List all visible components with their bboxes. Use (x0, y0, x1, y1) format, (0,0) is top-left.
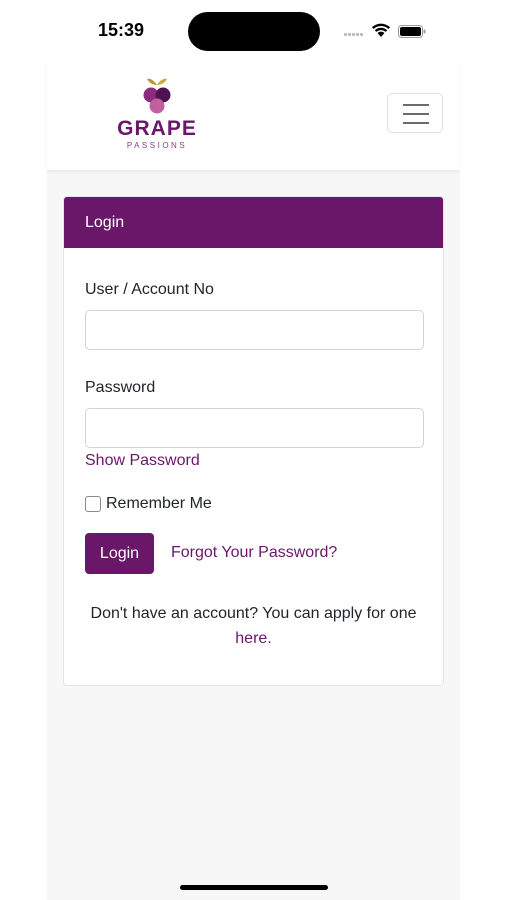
remember-me-label: Remember Me (106, 495, 212, 512)
apply-account-text: Don't have an account? You can apply for… (64, 601, 443, 651)
brand-logo[interactable]: GRAPE PASSIONS (102, 75, 212, 155)
forgot-password-link[interactable]: Forgot Your Password? (171, 544, 337, 562)
password-label: Password (85, 379, 156, 396)
password-input[interactable] (85, 408, 424, 448)
hamburger-menu-icon (403, 104, 429, 106)
user-account-input[interactable] (85, 310, 424, 350)
hamburger-bar (403, 122, 429, 124)
battery-icon (398, 25, 426, 38)
login-card: Login User / Account No Password Show Pa… (63, 196, 444, 686)
navbar: GRAPE PASSIONS (47, 60, 460, 170)
brand-name: GRAPE (117, 117, 197, 140)
home-indicator[interactable] (180, 885, 328, 890)
apply-here-link[interactable]: here. (235, 630, 271, 647)
checkbox-icon[interactable] (85, 496, 101, 512)
status-bar: 15:39 (0, 0, 507, 60)
dynamic-island (188, 12, 320, 51)
login-button[interactable]: Login (85, 533, 154, 574)
user-account-label: User / Account No (85, 281, 214, 298)
hamburger-menu-button[interactable] (387, 93, 443, 133)
status-time: 15:39 (98, 20, 145, 40)
cellular-dots-icon (344, 33, 366, 37)
apply-prompt: Don't have an account? You can apply for… (90, 605, 417, 622)
app-viewport: GRAPE PASSIONS Login User / Account No P… (47, 60, 460, 900)
show-password-link[interactable]: Show Password (85, 452, 200, 470)
login-card-title: Login (64, 197, 443, 248)
hamburger-bar (403, 113, 429, 115)
wifi-icon (372, 23, 390, 37)
brand-tagline: PASSIONS (126, 141, 188, 150)
remember-me-checkbox[interactable]: Remember Me (85, 495, 212, 513)
grape-logo-icon (143, 78, 171, 114)
